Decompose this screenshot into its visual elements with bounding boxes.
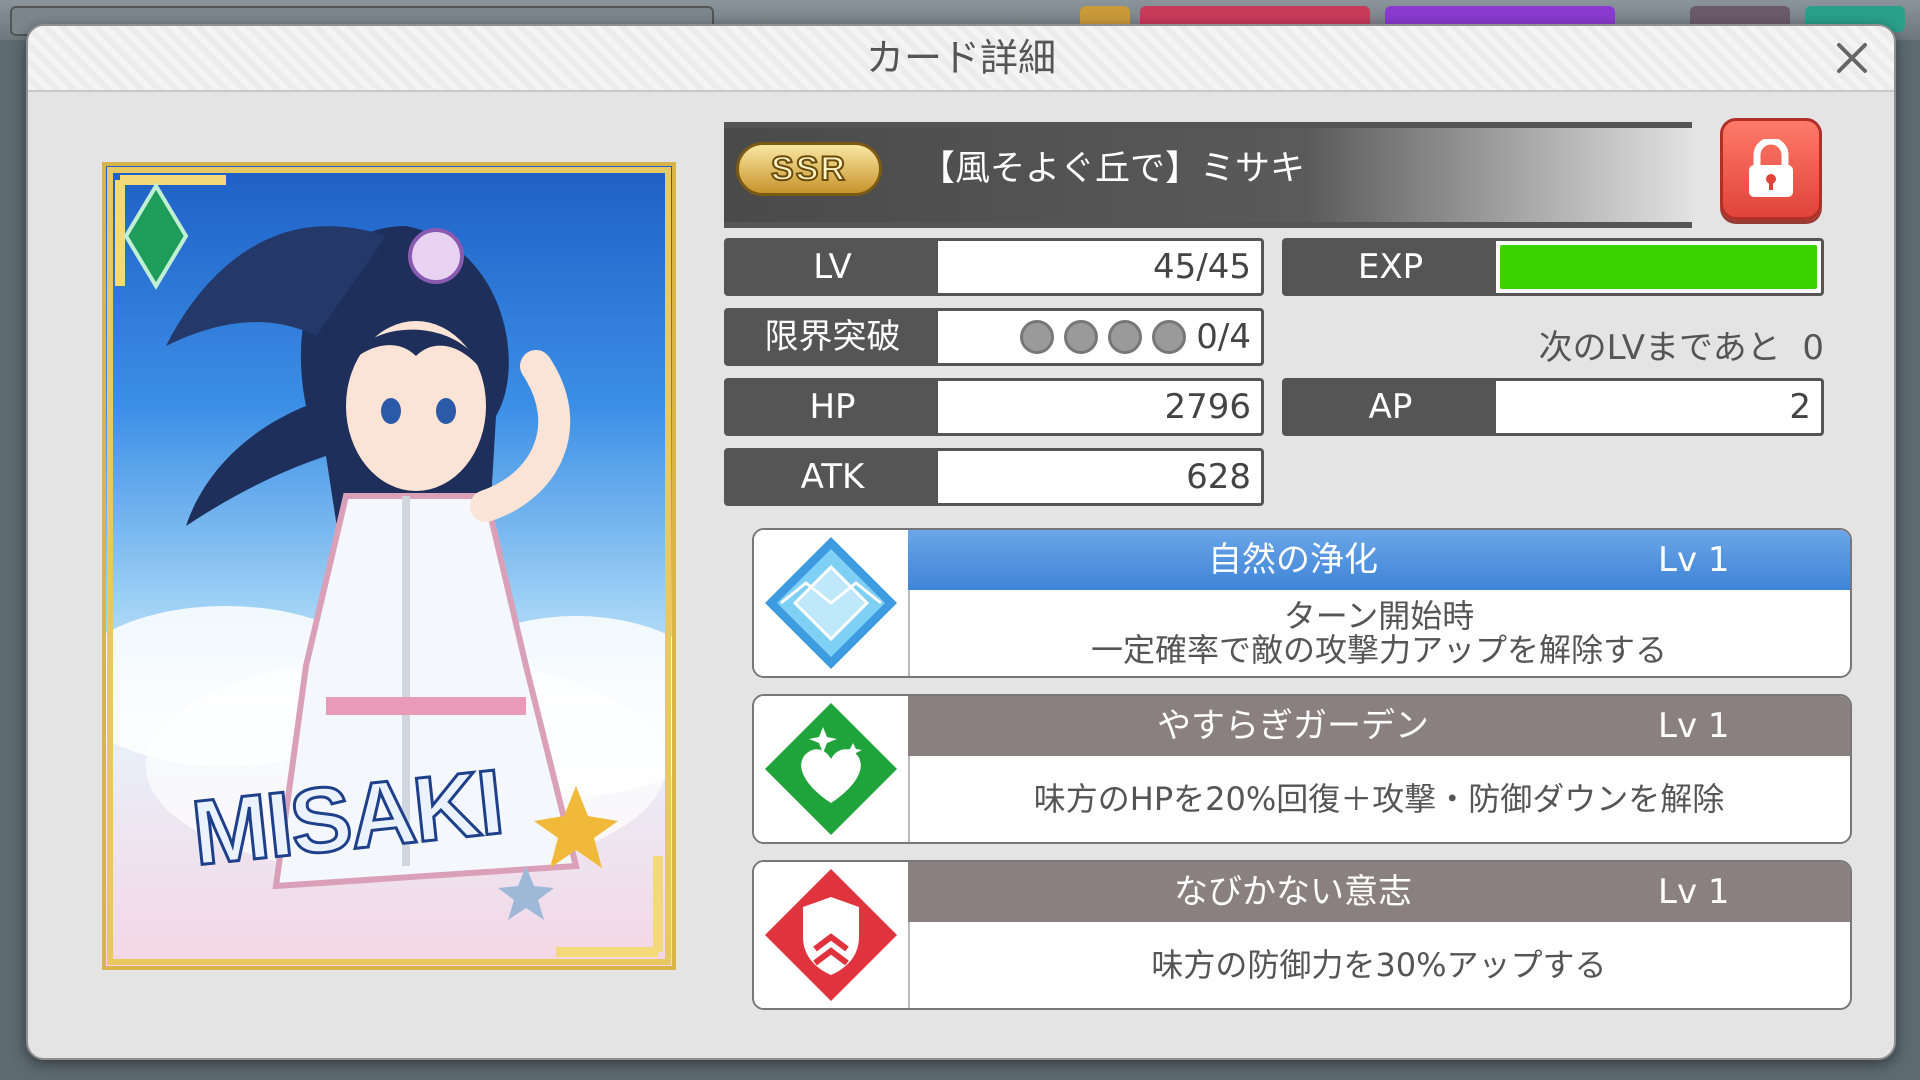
title-bar: カード詳細 (28, 26, 1894, 92)
next-level-label: 次のLVまであと (1538, 328, 1781, 368)
card-name: 【風そよぐ丘で】ミサキ (920, 149, 1306, 189)
limit-break-dot (1020, 320, 1055, 354)
skill-header: なびかない意志 Lv 1 (908, 862, 1850, 922)
card-artwork[interactable]: MISAKI (102, 162, 676, 970)
skill-description: 味方の防御力を30%アップする (908, 922, 1850, 1008)
stat-lv: LV 45/45 (724, 238, 1264, 296)
skill-name: なびかない意志 (1174, 872, 1412, 912)
stat-value: 628 (1186, 457, 1251, 497)
limit-break-dot (1108, 320, 1143, 354)
skill-header: 自然の浄化 Lv 1 (908, 530, 1850, 590)
limit-break-dot (1152, 320, 1187, 354)
stat-value: 2 (1789, 387, 1811, 427)
stat-label: HP (727, 381, 938, 433)
skill-icon-box (754, 862, 910, 1008)
skill-card-2[interactable]: やすらぎガーデン Lv 1 味方のHPを20%回復＋攻撃・防御ダウンを解除 (752, 694, 1852, 844)
rarity-badge: SSR (736, 142, 882, 196)
dialog-title: カード詳細 (865, 36, 1056, 80)
skill-desc-line: 一定確率で敵の攻撃力アップを解除する (1090, 631, 1667, 669)
stat-label: EXP (1285, 241, 1496, 293)
stat-ap: AP 2 (1282, 378, 1824, 436)
skill-level: Lv 1 (1658, 540, 1730, 580)
skill-icon-box (754, 696, 910, 842)
skill-desc-line: 味方の防御力を30%アップする (1151, 946, 1607, 984)
skill-level: Lv 1 (1658, 872, 1730, 912)
stat-atk: ATK 628 (724, 448, 1264, 506)
next-level-text: 次のLVまであと 0 (1284, 320, 1824, 369)
skill-description: ターン開始時 一定確率で敵の攻撃力アップを解除する (908, 590, 1850, 676)
card-name-bar: SSR 【風そよぐ丘で】ミサキ (724, 122, 1692, 228)
limit-break-dot (1064, 320, 1099, 354)
lock-icon (1749, 139, 1793, 197)
skill-card-1[interactable]: 自然の浄化 Lv 1 ターン開始時 一定確率で敵の攻撃力アップを解除する (752, 528, 1852, 678)
stat-label: ATK (727, 451, 938, 503)
blue-diamond-icon (765, 537, 897, 669)
stat-label: 限界突破 (727, 311, 938, 363)
skill-name: 自然の浄化 (1208, 540, 1378, 580)
stat-value: 2796 (1164, 387, 1251, 427)
exp-bar-track (1496, 241, 1821, 293)
limit-break-indicator: 0/4 (938, 311, 1261, 363)
close-button[interactable] (1828, 34, 1876, 82)
lock-button[interactable] (1720, 118, 1822, 220)
stat-value: 45/45 (1153, 247, 1251, 287)
red-shield-icon (765, 869, 897, 1001)
green-heart-icon (765, 703, 897, 835)
stat-exp: EXP (1282, 238, 1824, 296)
next-level-value: 0 (1802, 328, 1824, 368)
skill-name: やすらぎガーデン (1157, 706, 1429, 746)
stat-hp: HP 2796 (724, 378, 1264, 436)
stat-limit-break: 限界突破 0/4 (724, 308, 1264, 366)
skill-header: やすらぎガーデン Lv 1 (908, 696, 1850, 756)
skill-icon-box (754, 530, 910, 676)
skill-card-3[interactable]: なびかない意志 Lv 1 味方の防御力を30%アップする (752, 860, 1852, 1010)
skill-desc-line: 味方のHPを20%回復＋攻撃・防御ダウンを解除 (1033, 780, 1725, 818)
skill-description: 味方のHPを20%回復＋攻撃・防御ダウンを解除 (908, 756, 1850, 842)
close-icon (1837, 43, 1867, 73)
skill-desc-line: ターン開始時 (1283, 597, 1475, 635)
stat-label: LV (727, 241, 938, 293)
stat-value: 0/4 (1196, 317, 1251, 357)
exp-bar-fill (1500, 245, 1817, 289)
skill-level: Lv 1 (1658, 706, 1730, 746)
card-detail-dialog: カード詳細 MISAKI SSR 【風そよぐ丘で】ミサキ LV 45/45 EX… (26, 24, 1896, 1060)
stat-label: AP (1285, 381, 1496, 433)
